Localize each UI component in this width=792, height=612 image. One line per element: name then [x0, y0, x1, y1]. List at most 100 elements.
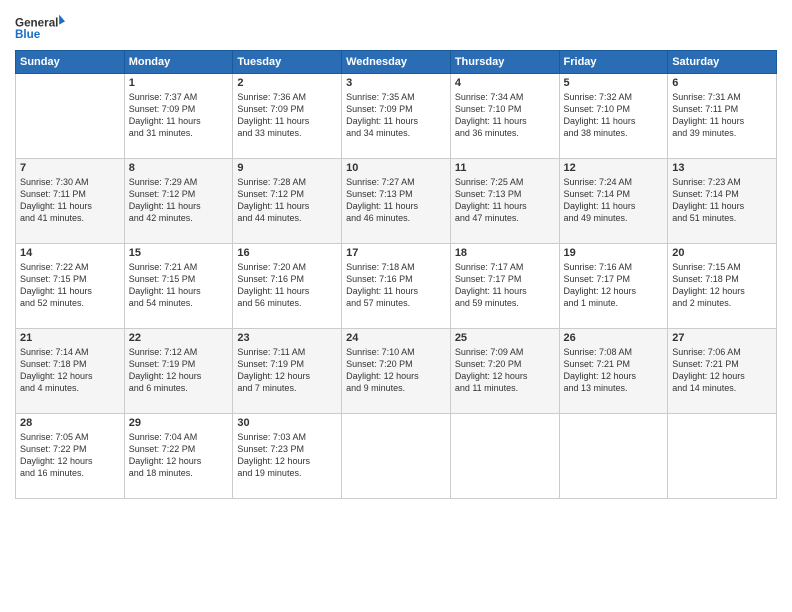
- day-info: Sunrise: 7:23 AM Sunset: 7:14 PM Dayligh…: [672, 176, 772, 225]
- calendar-cell: 7 Sunrise: 7:30 AM Sunset: 7:11 PM Daylig…: [16, 159, 125, 244]
- day-number: 27: [672, 332, 772, 344]
- day-number: 25: [455, 332, 555, 344]
- day-info: Sunrise: 7:34 AM Sunset: 7:10 PM Dayligh…: [455, 91, 555, 140]
- calendar-cell: 1 Sunrise: 7:37 AM Sunset: 7:09 PM Daylig…: [124, 74, 233, 159]
- day-number: 4: [455, 77, 555, 89]
- day-info: Sunrise: 7:09 AM Sunset: 7:20 PM Dayligh…: [455, 346, 555, 395]
- day-info: Sunrise: 7:25 AM Sunset: 7:13 PM Dayligh…: [455, 176, 555, 225]
- day-number: 15: [129, 247, 229, 259]
- calendar-cell: [342, 414, 451, 499]
- day-number: 6: [672, 77, 772, 89]
- calendar-cell: [450, 414, 559, 499]
- calendar-cell: 24 Sunrise: 7:10 AM Sunset: 7:20 PM Dayli…: [342, 329, 451, 414]
- day-info: Sunrise: 7:22 AM Sunset: 7:15 PM Dayligh…: [20, 261, 120, 310]
- calendar-header-wednesday: Wednesday: [342, 51, 451, 74]
- day-number: 13: [672, 162, 772, 174]
- day-info: Sunrise: 7:37 AM Sunset: 7:09 PM Dayligh…: [129, 91, 229, 140]
- day-info: Sunrise: 7:17 AM Sunset: 7:17 PM Dayligh…: [455, 261, 555, 310]
- day-number: 22: [129, 332, 229, 344]
- calendar-cell: 28Sunrise: 7:05 AM Sunset: 7:22 PM Dayli…: [16, 414, 125, 499]
- day-number: 1: [129, 77, 229, 89]
- day-info: Sunrise: 7:10 AM Sunset: 7:20 PM Dayligh…: [346, 346, 446, 395]
- day-number: 29: [129, 417, 229, 429]
- calendar-cell: 6 Sunrise: 7:31 AM Sunset: 7:11 PM Daylig…: [668, 74, 777, 159]
- day-info: Sunrise: 7:04 AM Sunset: 7:22 PM Dayligh…: [129, 431, 229, 480]
- calendar-week-row: 7 Sunrise: 7:30 AM Sunset: 7:11 PM Daylig…: [16, 159, 777, 244]
- day-info: Sunrise: 7:30 AM Sunset: 7:11 PM Dayligh…: [20, 176, 120, 225]
- day-number: 20: [672, 247, 772, 259]
- day-number: 28: [20, 417, 120, 429]
- calendar-week-row: 1 Sunrise: 7:37 AM Sunset: 7:09 PM Daylig…: [16, 74, 777, 159]
- day-number: 3: [346, 77, 446, 89]
- calendar-header-tuesday: Tuesday: [233, 51, 342, 74]
- calendar-cell: 27 Sunrise: 7:06 AM Sunset: 7:21 PM Dayli…: [668, 329, 777, 414]
- day-info: Sunrise: 7:28 AM Sunset: 7:12 PM Dayligh…: [237, 176, 337, 225]
- day-info: Sunrise: 7:11 AM Sunset: 7:19 PM Dayligh…: [237, 346, 337, 395]
- day-info: Sunrise: 7:20 AM Sunset: 7:16 PM Dayligh…: [237, 261, 337, 310]
- calendar-cell: [559, 414, 668, 499]
- calendar-cell: 20 Sunrise: 7:15 AM Sunset: 7:18 PM Dayli…: [668, 244, 777, 329]
- calendar-cell: 11 Sunrise: 7:25 AM Sunset: 7:13 PM Dayli…: [450, 159, 559, 244]
- calendar-cell: 17 Sunrise: 7:18 AM Sunset: 7:16 PM Dayli…: [342, 244, 451, 329]
- day-number: 21: [20, 332, 120, 344]
- day-info: Sunrise: 7:29 AM Sunset: 7:12 PM Dayligh…: [129, 176, 229, 225]
- calendar-cell: 10 Sunrise: 7:27 AM Sunset: 7:13 PM Dayli…: [342, 159, 451, 244]
- calendar-week-row: 21 Sunrise: 7:14 AM Sunset: 7:18 PM Dayli…: [16, 329, 777, 414]
- day-number: 26: [564, 332, 664, 344]
- calendar-cell: 2 Sunrise: 7:36 AM Sunset: 7:09 PM Daylig…: [233, 74, 342, 159]
- day-number: 17: [346, 247, 446, 259]
- calendar-cell: 18Sunrise: 7:17 AM Sunset: 7:17 PM Dayli…: [450, 244, 559, 329]
- day-number: 9: [237, 162, 337, 174]
- calendar-cell: 25 Sunrise: 7:09 AM Sunset: 7:20 PM Dayli…: [450, 329, 559, 414]
- calendar-header-thursday: Thursday: [450, 51, 559, 74]
- day-info: Sunrise: 7:27 AM Sunset: 7:13 PM Dayligh…: [346, 176, 446, 225]
- day-number: 30: [237, 417, 337, 429]
- calendar-cell: 30 Sunrise: 7:03 AM Sunset: 7:23 PM Dayli…: [233, 414, 342, 499]
- calendar-cell: 4 Sunrise: 7:34 AM Sunset: 7:10 PM Daylig…: [450, 74, 559, 159]
- day-info: Sunrise: 7:35 AM Sunset: 7:09 PM Dayligh…: [346, 91, 446, 140]
- calendar-header-friday: Friday: [559, 51, 668, 74]
- calendar-header-saturday: Saturday: [668, 51, 777, 74]
- day-info: Sunrise: 7:32 AM Sunset: 7:10 PM Dayligh…: [564, 91, 664, 140]
- day-info: Sunrise: 7:24 AM Sunset: 7:14 PM Dayligh…: [564, 176, 664, 225]
- calendar-cell: 15 Sunrise: 7:21 AM Sunset: 7:15 PM Dayli…: [124, 244, 233, 329]
- day-number: 24: [346, 332, 446, 344]
- calendar-cell: 14 Sunrise: 7:22 AM Sunset: 7:15 PM Dayli…: [16, 244, 125, 329]
- calendar-cell: 3 Sunrise: 7:35 AM Sunset: 7:09 PM Daylig…: [342, 74, 451, 159]
- calendar-header-sunday: Sunday: [16, 51, 125, 74]
- calendar-cell: 21 Sunrise: 7:14 AM Sunset: 7:18 PM Dayli…: [16, 329, 125, 414]
- day-number: 16: [237, 247, 337, 259]
- calendar-cell: 12 Sunrise: 7:24 AM Sunset: 7:14 PM Dayli…: [559, 159, 668, 244]
- day-number: 11: [455, 162, 555, 174]
- day-info: Sunrise: 7:15 AM Sunset: 7:18 PM Dayligh…: [672, 261, 772, 310]
- calendar-cell: 22Sunrise: 7:12 AM Sunset: 7:19 PM Dayli…: [124, 329, 233, 414]
- calendar-cell: 26Sunrise: 7:08 AM Sunset: 7:21 PM Dayli…: [559, 329, 668, 414]
- day-info: Sunrise: 7:16 AM Sunset: 7:17 PM Dayligh…: [564, 261, 664, 310]
- calendar-cell: 23Sunrise: 7:11 AM Sunset: 7:19 PM Dayli…: [233, 329, 342, 414]
- day-info: Sunrise: 7:14 AM Sunset: 7:18 PM Dayligh…: [20, 346, 120, 395]
- day-number: 2: [237, 77, 337, 89]
- calendar-week-row: 14 Sunrise: 7:22 AM Sunset: 7:15 PM Dayli…: [16, 244, 777, 329]
- day-info: Sunrise: 7:06 AM Sunset: 7:21 PM Dayligh…: [672, 346, 772, 395]
- day-info: Sunrise: 7:21 AM Sunset: 7:15 PM Dayligh…: [129, 261, 229, 310]
- calendar-cell: 13 Sunrise: 7:23 AM Sunset: 7:14 PM Dayli…: [668, 159, 777, 244]
- svg-text:Blue: Blue: [15, 28, 41, 41]
- calendar-header-monday: Monday: [124, 51, 233, 74]
- day-number: 10: [346, 162, 446, 174]
- logo-icon: General Blue: [15, 10, 65, 46]
- day-number: 7: [20, 162, 120, 174]
- day-number: 12: [564, 162, 664, 174]
- calendar-cell: 8Sunrise: 7:29 AM Sunset: 7:12 PM Daylig…: [124, 159, 233, 244]
- calendar-cell: 9 Sunrise: 7:28 AM Sunset: 7:12 PM Daylig…: [233, 159, 342, 244]
- calendar-cell: 5Sunrise: 7:32 AM Sunset: 7:10 PM Daylig…: [559, 74, 668, 159]
- day-number: 14: [20, 247, 120, 259]
- calendar-header-row: SundayMondayTuesdayWednesdayThursdayFrid…: [16, 51, 777, 74]
- day-info: Sunrise: 7:36 AM Sunset: 7:09 PM Dayligh…: [237, 91, 337, 140]
- calendar-week-row: 28Sunrise: 7:05 AM Sunset: 7:22 PM Dayli…: [16, 414, 777, 499]
- day-number: 19: [564, 247, 664, 259]
- day-info: Sunrise: 7:18 AM Sunset: 7:16 PM Dayligh…: [346, 261, 446, 310]
- day-info: Sunrise: 7:03 AM Sunset: 7:23 PM Dayligh…: [237, 431, 337, 480]
- day-info: Sunrise: 7:31 AM Sunset: 7:11 PM Dayligh…: [672, 91, 772, 140]
- calendar-cell: 16 Sunrise: 7:20 AM Sunset: 7:16 PM Dayli…: [233, 244, 342, 329]
- calendar-cell: [668, 414, 777, 499]
